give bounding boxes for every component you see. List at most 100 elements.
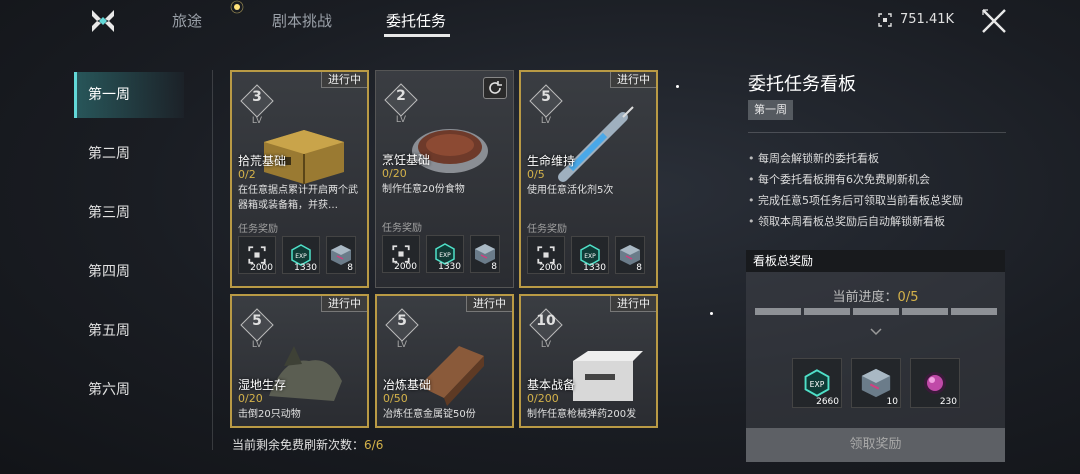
reward-item[interactable]: 8 [326, 236, 356, 274]
tab-script-challenge[interactable]: 剧本挑战 [272, 10, 332, 31]
reward-list: 2000 EXP 1330 8 [238, 236, 356, 274]
board-title: 委托任务看板 [748, 74, 856, 95]
progress-segment [755, 308, 801, 315]
svg-text:EXP: EXP [584, 253, 596, 260]
board-divider [748, 132, 1006, 133]
rule-item: 领取本周看板总奖励后自动解锁新看板 [748, 211, 963, 232]
close-icon[interactable] [980, 7, 1008, 35]
reward-value: 2000 [539, 263, 562, 273]
task-card[interactable]: 2 LV 烹饪基础 0/20 制作任意20份食物 任务奖励 2000 EXP 1… [375, 70, 514, 288]
reward-value: 2660 [816, 397, 839, 407]
task-progress: 0/20 [238, 392, 263, 405]
task-progress: 0/5 [527, 168, 545, 181]
crate-icon [264, 130, 344, 184]
task-progress: 0/2 [238, 168, 256, 181]
claim-reward-button[interactable]: 领取奖励 [746, 428, 1005, 462]
task-card[interactable]: 5 LV 进行中 湿地生存 0/20 击倒20只动物 [230, 294, 369, 428]
task-card[interactable]: 3 LV 进行中 拾荒基础 0/2 在任意据点累计开启两个武器箱或装备箱，并获…… [230, 70, 369, 288]
task-desc: 击倒20只动物 [238, 409, 301, 420]
reward-label: 任务奖励 [382, 223, 422, 234]
currency-display: 751.41K [878, 12, 954, 27]
task-name: 冶炼基础 [383, 378, 432, 392]
svg-text:EXP: EXP [810, 380, 825, 389]
star-dot [710, 312, 713, 315]
reward-item[interactable]: EXP 1330 [426, 235, 464, 273]
status-badge: 进行中 [466, 296, 512, 312]
reward-item[interactable]: 230 [910, 358, 960, 408]
task-desc: 冶炼任意金属锭50份 [383, 409, 476, 420]
reward-item[interactable]: 8 [470, 235, 500, 273]
rule-item: 每个委托看板拥有6次免费刷新机会 [748, 169, 963, 190]
reward-label: 任务奖励 [238, 224, 278, 235]
total-reward-box: 看板总奖励 当前进度：0/5 EXP 2660 10 230 [746, 250, 1005, 440]
spark-icon [230, 0, 244, 14]
progress-segment [853, 308, 899, 315]
reward-value: 1330 [438, 262, 461, 272]
target-frame-icon [537, 246, 555, 264]
week-item-1[interactable]: 第一周 [74, 72, 184, 118]
task-card[interactable]: 10 LV 进行中 基本战备 0/200 制作任意枪械弹药200发 [519, 294, 658, 428]
free-refresh-count: 当前剩余免费刷新次数：6/6 [232, 436, 383, 453]
active-tab-indicator [384, 34, 450, 37]
status-badge: 进行中 [610, 296, 656, 312]
reward-item[interactable]: EXP 1330 [571, 236, 609, 274]
refresh-icon [489, 81, 502, 94]
week-item-2[interactable]: 第二周 [74, 131, 184, 177]
reward-item[interactable]: 2000 [382, 235, 420, 273]
top-bar: 旅途 剧本挑战 委托任务 751.41K [0, 0, 1080, 44]
metal-ingot-icon [419, 346, 484, 406]
task-progress: 0/50 [383, 392, 408, 405]
task-progress: 0/200 [527, 392, 559, 405]
reward-item[interactable]: 2000 [238, 236, 276, 274]
svg-text:EXP: EXP [439, 252, 451, 259]
free-refresh-value: 6/6 [364, 438, 384, 452]
tab-commission[interactable]: 委托任务 [386, 10, 446, 31]
reward-value: 1330 [583, 263, 606, 273]
reward-value: 2000 [250, 263, 273, 273]
task-card[interactable]: 5 LV 进行中 冶炼基础 0/50 冶炼任意金属锭50份 [375, 294, 514, 428]
reward-value: 8 [491, 262, 497, 272]
task-desc: 使用任意活化剂5次 [527, 185, 614, 196]
task-desc: 在任意据点累计开启两个武器箱或装备箱，并获… [238, 185, 358, 211]
svg-text:EXP: EXP [295, 253, 307, 260]
divider [212, 70, 213, 450]
task-name: 拾荒基础 [238, 154, 287, 168]
task-card[interactable]: 5 LV 进行中 生命维持 0/5 使用任意活化剂5次 任务奖励 2000 EX… [519, 70, 658, 288]
progress-segments [755, 308, 997, 315]
creature-icon [269, 346, 342, 401]
exp-icon: EXP [804, 369, 830, 397]
status-badge: 进行中 [610, 72, 656, 88]
refresh-button[interactable] [483, 77, 507, 99]
game-logo-icon[interactable] [90, 8, 116, 34]
pink-orb-icon [924, 372, 946, 394]
board-progress-label: 当前进度： [832, 290, 898, 305]
reward-item[interactable]: 2000 [527, 236, 565, 274]
board-progress: 当前进度：0/5 [746, 286, 1005, 305]
target-frame-icon [878, 12, 892, 27]
syringe-icon [558, 106, 634, 182]
week-item-6[interactable]: 第六周 [74, 367, 184, 413]
board-rules: 每周会解锁新的委托看板 每个委托看板拥有6次免费刷新机会 完成任意5项任务后可领… [748, 148, 963, 232]
reward-item[interactable]: 10 [851, 358, 901, 408]
tab-journey[interactable]: 旅途 [172, 10, 202, 31]
task-desc: 制作任意20份食物 [382, 184, 465, 195]
reward-item[interactable]: EXP 1330 [282, 236, 320, 274]
progress-segment [804, 308, 850, 315]
reward-item[interactable]: EXP 2660 [792, 358, 842, 408]
reward-label: 任务奖励 [527, 224, 567, 235]
reward-value: 8 [636, 263, 642, 273]
week-item-5[interactable]: 第五周 [74, 308, 184, 354]
board-progress-value: 0/5 [897, 290, 919, 305]
week-item-4[interactable]: 第四周 [74, 249, 184, 295]
week-item-3[interactable]: 第三周 [74, 190, 184, 236]
chevron-down-icon [870, 328, 882, 336]
week-list: 第一周 第二周 第三周 第四周 第五周 第六周 [74, 72, 184, 426]
task-name: 基本战备 [527, 378, 576, 392]
star-dot [676, 85, 679, 88]
free-refresh-label: 当前剩余免费刷新次数： [232, 438, 365, 452]
reward-item[interactable]: 8 [615, 236, 645, 274]
target-frame-icon [248, 246, 266, 264]
status-badge: 进行中 [321, 72, 367, 88]
task-name: 湿地生存 [238, 378, 287, 392]
task-desc: 制作任意枪械弹药200发 [527, 409, 637, 420]
